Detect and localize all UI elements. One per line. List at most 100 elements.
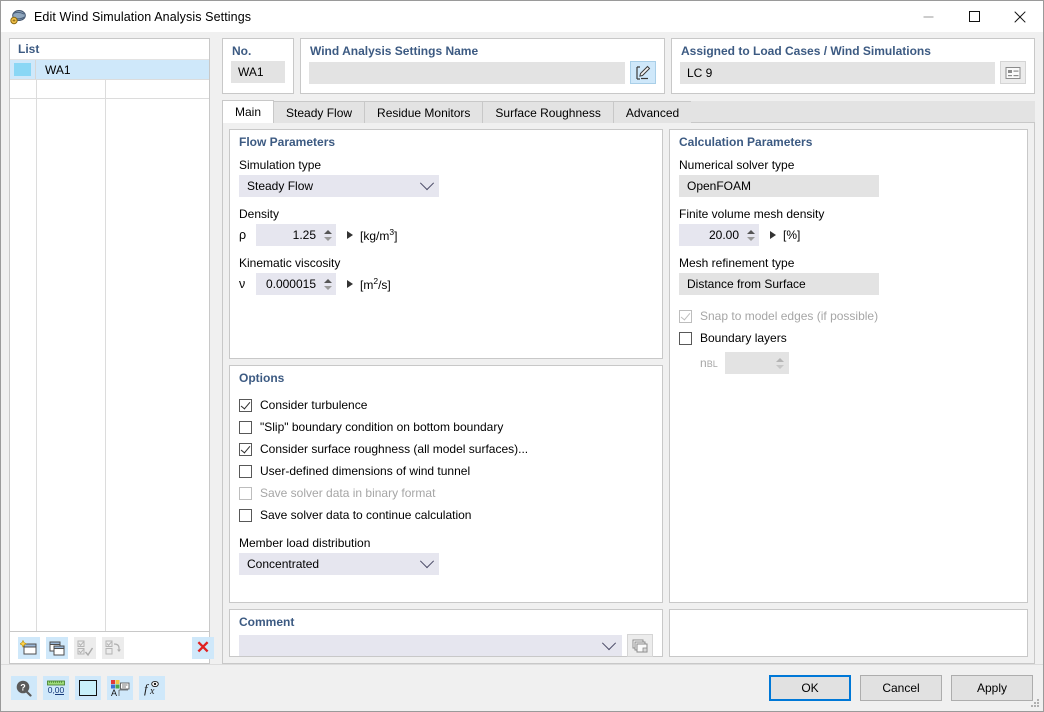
mesh-refinement-type-label: Mesh refinement type (679, 256, 1018, 270)
kinematic-viscosity-stepper[interactable]: 0.000015 (256, 273, 336, 295)
density-expand-icon[interactable] (347, 231, 353, 239)
checkbox-icon[interactable] (239, 465, 252, 478)
maximize-button[interactable] (951, 1, 997, 32)
footer-buttons: OK Cancel Apply (769, 675, 1033, 701)
calculation-parameters-title: Calculation Parameters (679, 135, 1018, 149)
option-label: User-defined dimensions of wind tunnel (260, 464, 470, 478)
tab-surface-roughness[interactable]: Surface Roughness (482, 101, 613, 123)
kinematic-viscosity-expand-icon[interactable] (347, 280, 353, 288)
footer-icon-bar: ? 0,00 (11, 676, 165, 700)
option-consider-surface-roughness[interactable]: Consider surface roughness (all model su… (239, 438, 653, 460)
name-title: Wind Analysis Settings Name (301, 39, 664, 58)
color-swatch-icon[interactable] (75, 676, 101, 700)
kinematic-viscosity-label: Kinematic viscosity (239, 256, 653, 270)
nbl-label: nBL (700, 356, 718, 370)
finite-volume-mesh-density-label: Finite volume mesh density (679, 207, 1018, 221)
dialog-footer: ? 0,00 (1, 664, 1043, 711)
options-panel: Options Consider turbulence "Slip" bound… (229, 365, 663, 603)
grid-column-divider (36, 79, 37, 631)
simulation-type-value: Steady Flow (247, 179, 313, 193)
comment-row (239, 634, 653, 657)
load-cases-picker-icon[interactable] (1000, 61, 1026, 84)
checkbox-icon[interactable] (239, 443, 252, 456)
finite-volume-mesh-density-row: 20.00 [%] (679, 224, 1018, 246)
mesh-density-value: 20.00 (679, 228, 745, 242)
checkbox-icon[interactable] (239, 399, 252, 412)
comment-panel: Comment (229, 609, 663, 657)
close-button[interactable] (997, 1, 1043, 32)
option-user-defined-dimensions[interactable]: User-defined dimensions of wind tunnel (239, 460, 653, 482)
new-entry-icon[interactable] (18, 637, 40, 659)
edit-pencil-icon[interactable] (630, 61, 656, 84)
left-panel: List WA1 (1, 32, 216, 664)
delete-entry-icon[interactable]: ✕ (192, 637, 214, 659)
comment-templates-icon[interactable] (627, 634, 653, 657)
svg-text:0,00: 0,00 (48, 685, 65, 695)
row-color-cell[interactable] (10, 60, 36, 79)
copy-entry-icon[interactable] (46, 637, 68, 659)
list-header: List (10, 39, 209, 60)
display-properties-icon[interactable]: A (107, 676, 133, 700)
option-label: "Slip" boundary condition on bottom boun… (260, 420, 503, 434)
tab-filler (691, 101, 1035, 123)
simulation-type-label: Simulation type (239, 158, 653, 172)
tab-advanced[interactable]: Advanced (613, 101, 692, 123)
simulation-type-select[interactable]: Steady Flow (239, 175, 439, 197)
density-value: 1.25 (256, 228, 322, 242)
option-save-continue[interactable]: Save solver data to continue calculation (239, 504, 653, 526)
tab-main[interactable]: Main (222, 100, 274, 123)
option-consider-turbulence[interactable]: Consider turbulence (239, 394, 653, 416)
mesh-density-expand-icon[interactable] (770, 231, 776, 239)
chevron-down-icon (420, 176, 434, 190)
option-boundary-layers[interactable]: Boundary layers (679, 327, 1018, 349)
numerical-solver-type-label: Numerical solver type (679, 158, 1018, 172)
kinematic-viscosity-row: ν 0.000015 [m2/s] (239, 273, 653, 295)
formula-icon[interactable]: f x (139, 676, 165, 700)
member-load-distribution-select[interactable]: Concentrated (239, 553, 439, 575)
kinematic-viscosity-symbol: ν (239, 277, 249, 291)
checkbox-icon (679, 310, 692, 323)
option-label: Save solver data in binary format (260, 486, 435, 500)
calculation-parameters-panel: Calculation Parameters Numerical solver … (669, 129, 1028, 603)
option-label: Consider turbulence (260, 398, 367, 412)
assigned-field[interactable]: LC 9 (680, 62, 995, 84)
assigned-title: Assigned to Load Cases / Wind Simulation… (672, 39, 1034, 58)
apply-button[interactable]: Apply (951, 675, 1033, 701)
option-slip-boundary[interactable]: "Slip" boundary condition on bottom boun… (239, 416, 653, 438)
tab-steady-flow[interactable]: Steady Flow (273, 101, 365, 123)
resize-grip[interactable] (1030, 698, 1040, 708)
title-bar: Edit Wind Simulation Analysis Settings (1, 1, 1043, 32)
checkbox-icon[interactable] (679, 332, 692, 345)
flow-parameters-title: Flow Parameters (239, 135, 653, 149)
window-title: Edit Wind Simulation Analysis Settings (34, 10, 251, 24)
nbl-stepper (725, 352, 789, 374)
chevron-down-icon (602, 636, 616, 650)
settings-list[interactable]: List WA1 (9, 38, 210, 632)
comment-input[interactable] (239, 635, 622, 656)
list-item-label: WA1 (36, 63, 71, 77)
checkbox-icon[interactable] (239, 509, 252, 522)
header-strip: No. WA1 Wind Analysis Settings Name (222, 38, 1035, 94)
cancel-button[interactable]: Cancel (860, 675, 942, 701)
chevron-down-icon (420, 554, 434, 568)
name-input[interactable] (309, 62, 625, 84)
mesh-density-stepper[interactable]: 20.00 (679, 224, 759, 246)
list-item[interactable]: WA1 (10, 60, 209, 79)
mesh-density-unit: [%] (783, 228, 800, 242)
density-stepper[interactable]: 1.25 (256, 224, 336, 246)
mesh-refinement-type-field: Distance from Surface (679, 273, 879, 295)
spinner-arrows-icon[interactable] (322, 226, 333, 244)
kinematic-viscosity-value: 0.000015 (256, 277, 322, 291)
flow-parameters-panel: Flow Parameters Simulation type Steady F… (229, 129, 663, 359)
spinner-arrows-icon[interactable] (745, 226, 756, 244)
option-label: Snap to model edges (if possible) (700, 309, 878, 323)
help-icon[interactable]: ? (11, 676, 37, 700)
ok-button[interactable]: OK (769, 675, 851, 701)
spinner-arrows-icon[interactable] (322, 275, 333, 293)
tab-residue-monitors[interactable]: Residue Monitors (364, 101, 483, 123)
units-decimal-places-icon[interactable]: 0,00 (43, 676, 69, 700)
checkbox-icon[interactable] (239, 421, 252, 434)
color-swatch-icon[interactable] (14, 63, 31, 76)
tab-page-main: Flow Parameters Simulation type Steady F… (222, 123, 1035, 664)
minimize-button[interactable] (905, 1, 951, 32)
